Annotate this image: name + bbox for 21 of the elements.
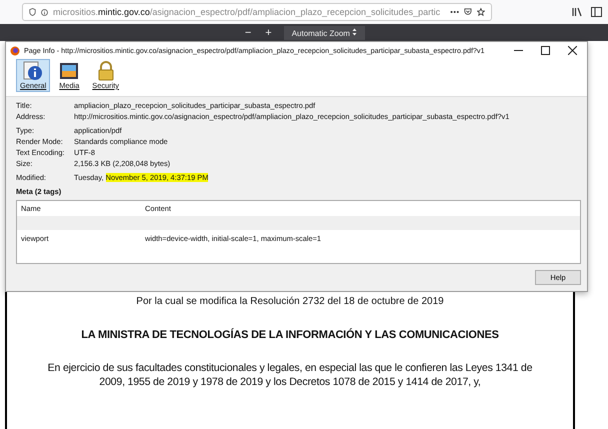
zoom-out-button[interactable]: −: [242, 26, 254, 38]
address-field[interactable]: micrositios.mintic.gov.co/asignacion_espectro/pdf/ampliacion_plazo_recepcion_solicitudes_partic: [22, 3, 492, 21]
sidebar-icon[interactable]: [591, 7, 602, 17]
zoom-dropdown[interactable]: Automatic Zoom: [284, 26, 366, 40]
library-icon[interactable]: [572, 7, 583, 17]
browser-logo-icon: [10, 46, 20, 56]
info-icon: [41, 8, 48, 16]
info-icon: [22, 61, 44, 81]
maximize-icon[interactable]: [541, 46, 550, 55]
document-paragraph: En ejercicio de sus facultades constitucionales y legales, en especial las que le confieren las Leyes 1341 de 2009, 1955 de 2019 y 1978 de 2019 y los Decretos 1078 de 2015 y 1414 de 2017, y,: [46, 361, 534, 390]
more-icon[interactable]: [450, 10, 460, 14]
document-heading: LA MINISTRA DE TECNOLOGÍAS DE LA INFORMACIÓN Y LAS COMUNICACIONES: [80, 329, 500, 341]
picture-icon: [58, 61, 80, 81]
close-icon[interactable]: [568, 46, 577, 55]
url-text: micrositios.mintic.gov.co/asignacion_espectro/pdf/ampliacion_plazo_recepcion_solicitudes_partic: [53, 7, 440, 17]
updown-caret-icon: [352, 28, 358, 36]
pocket-icon[interactable]: [464, 7, 472, 17]
document-subtitle: Por la cual se modifica la Resolución 2732 del 18 de octubre de 2019: [135, 296, 445, 307]
shield-icon: [29, 7, 36, 17]
zoom-in-button[interactable]: +: [263, 26, 274, 38]
star-icon[interactable]: [477, 7, 485, 17]
